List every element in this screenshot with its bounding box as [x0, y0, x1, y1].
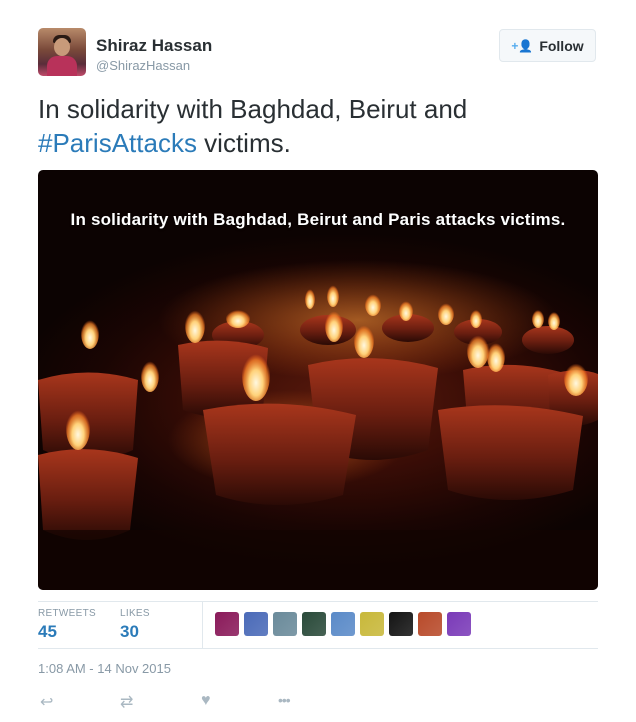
likers-avatar-list: [215, 612, 471, 636]
photo-caption: In solidarity with Baghdad, Beirut and P…: [70, 210, 566, 229]
liker-avatar-1[interactable]: [215, 612, 239, 636]
like-icon[interactable]: ♥: [201, 692, 211, 710]
stats-divider-top: [38, 601, 598, 602]
candles-illustration: [38, 260, 598, 590]
stats-vertical-divider: [202, 601, 203, 649]
likes-label: LIKES: [120, 608, 150, 619]
liker-avatar-9[interactable]: [447, 612, 471, 636]
retweet-icon[interactable]: ⇄: [120, 692, 133, 712]
follow-user-icon: +👤: [511, 38, 534, 53]
retweets-label: RETWEETS: [38, 608, 96, 619]
liker-avatar-5[interactable]: [331, 612, 355, 636]
user-handle[interactable]: @ShirazHassan: [96, 58, 190, 73]
user-name[interactable]: Shiraz Hassan: [96, 36, 212, 56]
hashtag-link[interactable]: #ParisAttacks: [38, 128, 197, 158]
tweet-photo[interactable]: In solidarity with Baghdad, Beirut and P…: [38, 170, 598, 590]
liker-avatar-6[interactable]: [360, 612, 384, 636]
tweet-text: In solidarity with Baghdad, Beirut and #…: [38, 92, 598, 160]
retweets-stat[interactable]: RETWEETS 45: [38, 608, 96, 642]
tweet-text-line1: In solidarity with Baghdad, Beirut and: [38, 94, 468, 124]
user-avatar[interactable]: [38, 28, 86, 76]
likes-count: 30: [120, 622, 139, 641]
liker-avatar-2[interactable]: [244, 612, 268, 636]
avatar-body: [47, 56, 77, 76]
more-icon[interactable]: •••: [278, 692, 291, 708]
liker-avatar-4[interactable]: [302, 612, 326, 636]
liker-avatar-7[interactable]: [389, 612, 413, 636]
retweets-count: 45: [38, 622, 57, 641]
tweet-text-tail: victims.: [196, 128, 291, 158]
liker-avatar-3[interactable]: [273, 612, 297, 636]
tweet-timestamp[interactable]: 1:08 AM - 14 Nov 2015: [38, 661, 171, 676]
stats-divider-bottom: [38, 648, 598, 649]
follow-button-label: Follow: [539, 37, 584, 54]
likes-stat[interactable]: LIKES 30: [120, 608, 150, 642]
reply-icon[interactable]: ↩: [40, 692, 53, 712]
liker-avatar-8[interactable]: [418, 612, 442, 636]
avatar-face: [54, 38, 70, 56]
floor-shadow: [38, 530, 598, 590]
follow-button[interactable]: +👤 Follow: [499, 29, 596, 62]
